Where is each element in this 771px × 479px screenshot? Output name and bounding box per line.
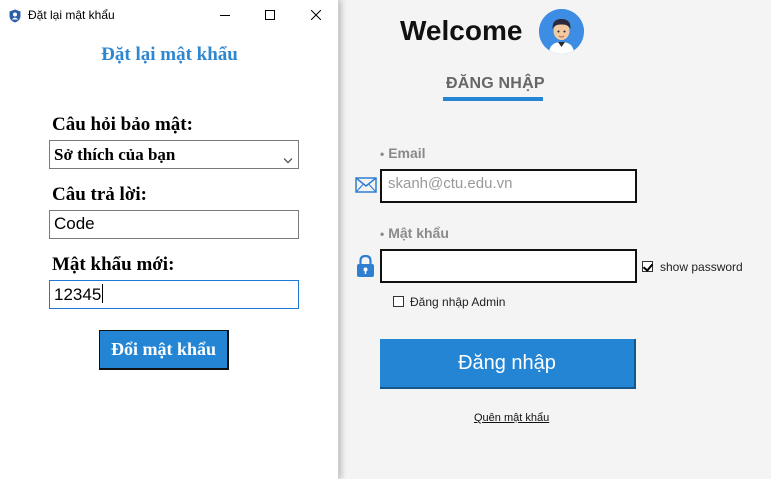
new-password-label: Mật khẩu mới:	[52, 254, 175, 275]
email-label: • Email	[380, 145, 426, 161]
title-bar[interactable]: Đặt lại mật khẩu	[0, 0, 339, 30]
maximize-button[interactable]	[247, 0, 293, 30]
dialog-heading: Đặt lại mật khẩu	[101, 44, 238, 65]
security-question-label: Câu hỏi bảo mật:	[52, 114, 193, 135]
reset-password-dialog: Đặt lại mật khẩu Đặt lại mật khẩu Câu hỏ…	[0, 0, 339, 479]
change-password-button[interactable]: Đổi mật khẩu	[99, 330, 229, 370]
email-input[interactable]: skanh@ctu.edu.vn	[380, 169, 637, 203]
admin-login-label[interactable]: Đăng nhập Admin	[410, 295, 505, 309]
security-question-value: Sở thích của bạn	[54, 145, 176, 164]
maximize-icon	[265, 10, 275, 20]
login-button[interactable]: Đăng nhập	[380, 339, 636, 389]
chevron-down-icon	[283, 149, 293, 169]
shield-person-icon	[8, 8, 22, 23]
minimize-icon	[220, 15, 230, 16]
lock-icon	[356, 254, 375, 282]
tab-active-indicator	[443, 97, 543, 101]
tab-login[interactable]: ĐĂNG NHẬP	[446, 75, 545, 93]
close-icon	[311, 10, 321, 20]
minimize-button[interactable]	[202, 0, 248, 30]
password-label: • Mật khẩu	[380, 225, 449, 241]
show-password-checkbox[interactable]	[642, 261, 653, 272]
admin-login-checkbox[interactable]	[393, 296, 404, 307]
text-caret	[102, 284, 104, 303]
answer-label: Câu trả lời:	[52, 184, 147, 205]
mail-icon	[355, 177, 377, 197]
forgot-password-link[interactable]: Quên mật khẩu	[474, 412, 549, 424]
new-password-value: 12345	[54, 285, 102, 304]
show-password-label[interactable]: show password	[660, 260, 743, 274]
answer-input[interactable]: Code	[49, 210, 299, 239]
window-title: Đặt lại mật khẩu	[28, 8, 115, 22]
welcome-heading: Welcome	[400, 15, 523, 46]
close-button[interactable]	[293, 0, 339, 30]
new-password-input[interactable]: 12345	[49, 280, 299, 309]
security-question-select[interactable]: Sở thích của bạn	[49, 140, 299, 169]
password-input[interactable]	[380, 249, 637, 283]
avatar-icon	[539, 9, 584, 54]
